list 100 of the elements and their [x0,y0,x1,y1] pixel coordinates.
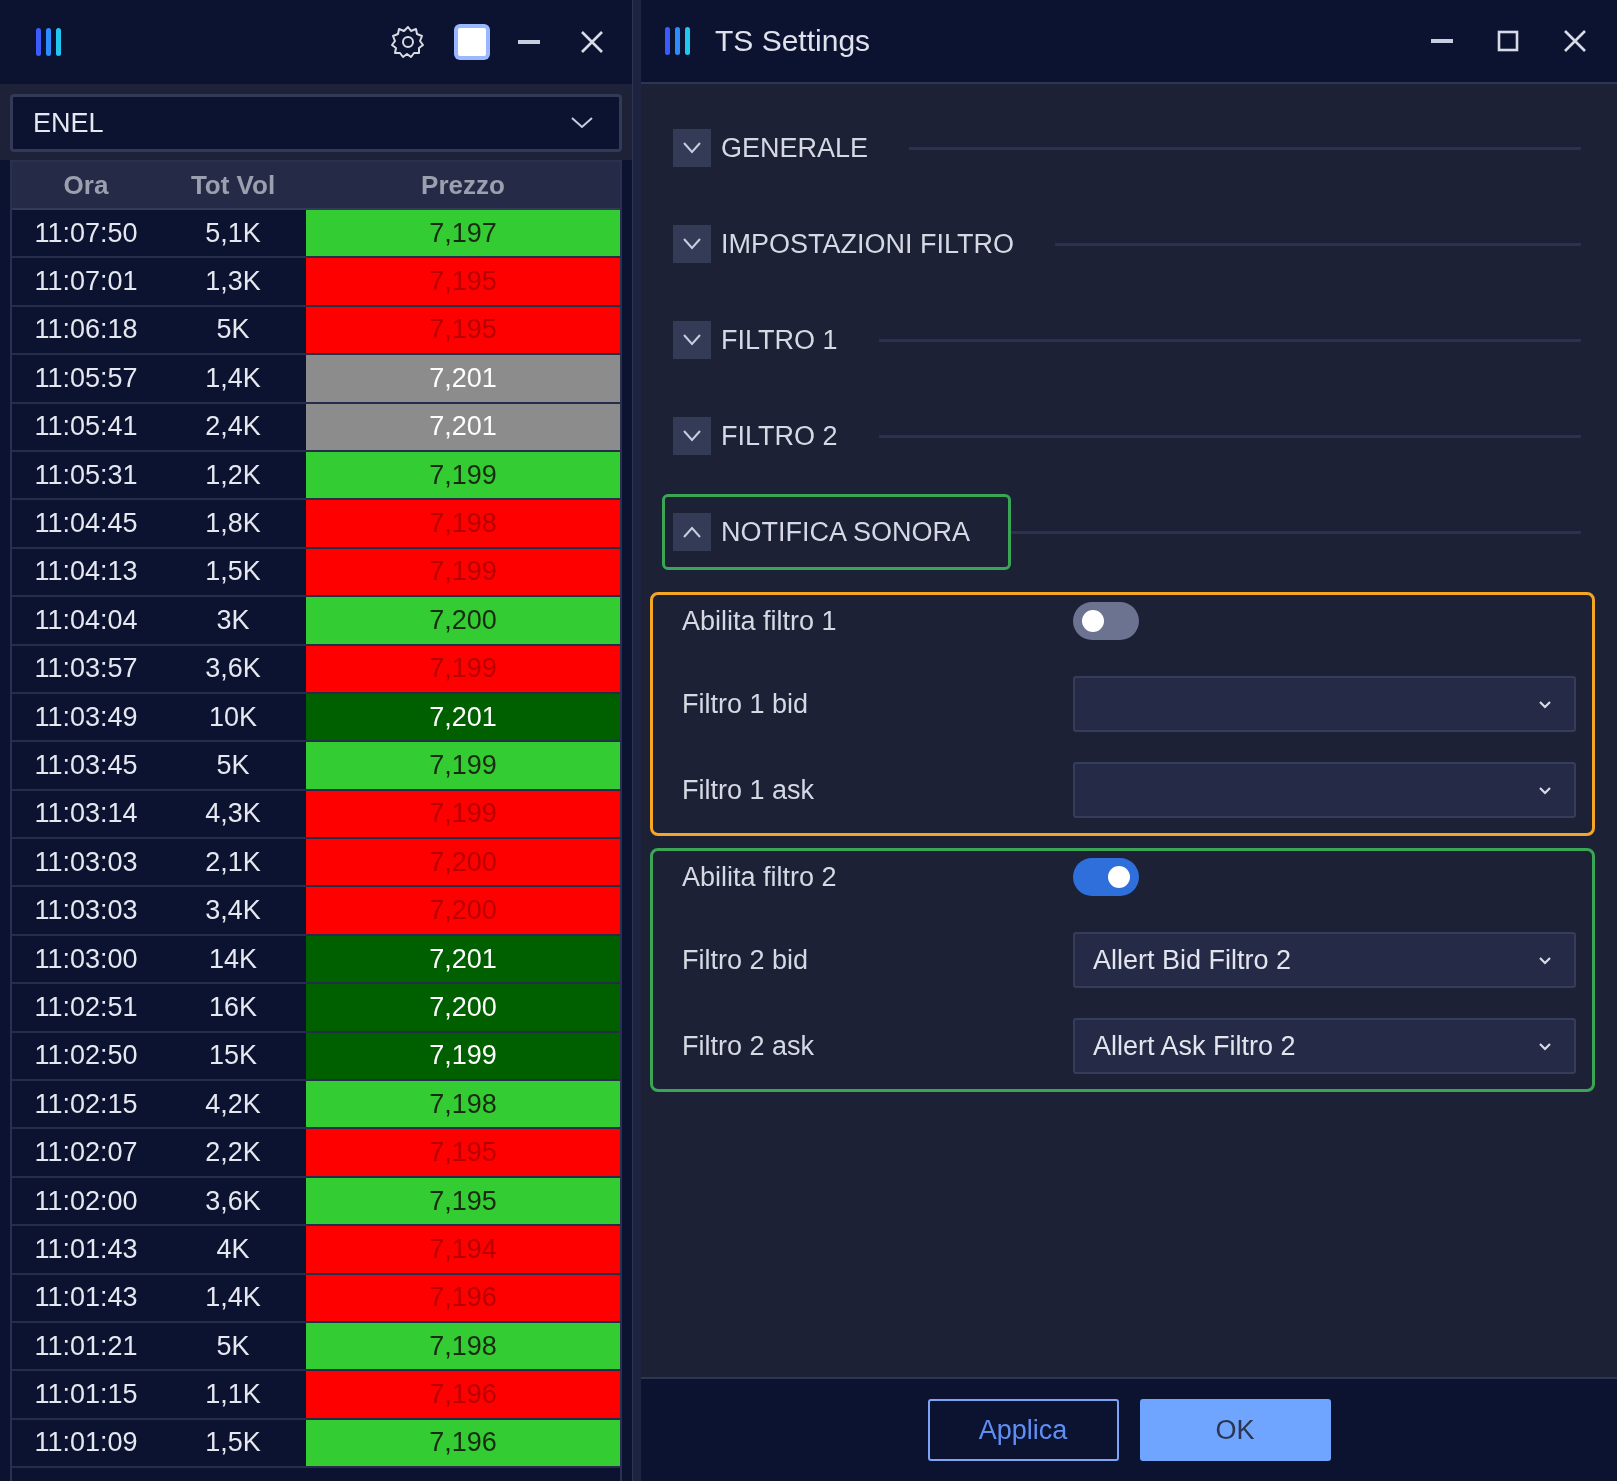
toggle-switch[interactable] [1073,858,1139,896]
chevron-up-icon [673,513,711,551]
settings-icon[interactable] [390,24,426,60]
section-header[interactable]: GENERALE [662,110,910,186]
volume-cell-text: 1,5K [204,1426,262,1460]
time-cell-text: 11:03:49 [33,700,139,734]
volume-cell-text: 1,4K [204,1281,262,1315]
time-cell-text: 11:03:45 [33,749,139,782]
section-header[interactable]: NOTIFICA SONORA [662,494,1012,570]
apply-button[interactable]: Applica [927,1399,1119,1461]
price-cell: 7,197 [306,210,620,257]
time-cell-text: 11:03:14 [33,797,139,831]
square-icon[interactable] [452,22,492,62]
logo-icon [663,25,693,57]
time-cell-text: 11:07:01 [33,265,139,299]
time-cell-text: 11:04:45 [33,507,139,541]
time-cell-text: 11:01:09 [33,1426,139,1460]
price-cell: 7,199 [306,1032,620,1080]
toggle-label: Abilita filtro 1 [682,605,838,637]
volume-cell-text: 4K [215,1232,251,1266]
column-header: Ora [62,169,110,201]
time-cell-text: 11:01:43 [33,1232,139,1266]
price-cell: 7,199 [306,790,620,838]
time-cell-text: 11:04:13 [33,555,139,589]
time-cell-text: 11:03:03 [33,845,139,879]
volume-cell-text: 5K [215,313,251,347]
volume-cell-text: 4,3K [204,797,262,831]
price-cell: 7,196 [306,1371,620,1418]
price-cell: 7,199 [306,548,620,596]
volume-cell-text: 5K [215,749,251,782]
field-label: Filtro 1 bid [682,688,810,720]
price-cell: 7,198 [306,1323,620,1370]
volume-cell-text: 2,2K [204,1136,262,1170]
time-cell-text: 11:04:04 [33,603,139,637]
time-cell-text: 11:02:00 [33,1184,139,1218]
time-cell-text: 11:05:57 [33,361,139,395]
volume-cell-text: 1,1K [204,1378,262,1412]
window-title: TS Settings [715,24,871,58]
field-label: Filtro 1 ask [682,774,816,806]
time-cell-text: 11:01:43 [33,1281,139,1315]
price-cell: 7,195 [306,258,620,305]
time-cell-text: 11:06:18 [33,313,139,347]
price-cell: 7,199 [306,451,620,499]
time-cell-text: 11:01:15 [33,1378,139,1412]
time-cell-text: 11:02:51 [33,990,139,1024]
volume-cell-text: 4,2K [204,1087,262,1121]
close-icon[interactable] [1563,29,1587,53]
price-cell: 7,200 [306,597,620,644]
chevron-down-icon [673,321,711,359]
volume-cell-text: 3K [215,603,251,637]
chevron-down-icon [673,417,711,455]
volume-cell-text: 16K [207,990,258,1024]
volume-cell-text: 2,4K [204,410,262,444]
time-cell-text: 11:03:57 [33,652,139,686]
minimize-icon[interactable] [1431,38,1453,44]
sound-select[interactable]: Allert Bid Filtro 2 [1073,932,1576,988]
chevron-down-icon [673,225,711,263]
volume-cell-text: 5K [215,1329,251,1363]
column-header: Prezzo [420,169,506,201]
volume-cell-text: 1,5K [204,555,262,589]
price-cell: 7,201 [306,693,620,741]
section-header[interactable]: IMPOSTAZIONI FILTRO [662,206,1055,282]
volume-cell-text: 1,8K [204,507,262,541]
volume-cell-text: 5,1K [204,216,262,250]
volume-cell-text: 1,2K [204,458,262,492]
price-cell: 7,199 [306,645,620,692]
time-cell-text: 11:02:07 [33,1136,139,1170]
price-cell: 7,195 [306,1177,620,1225]
section-header[interactable]: FILTRO 2 [662,398,879,474]
toggle-label: Abilita filtro 2 [682,861,838,893]
time-cell-text: 11:05:31 [33,458,139,492]
minimize-icon[interactable] [518,39,540,45]
close-icon[interactable] [580,30,604,54]
field-label: Filtro 2 ask [682,1030,816,1062]
time-cell-text: 11:01:21 [33,1329,139,1363]
chevron-down-icon [1538,785,1552,795]
price-cell: 7,195 [306,1129,620,1176]
chevron-down-icon [1538,1041,1552,1051]
time-cell-text: 11:07:50 [33,216,139,250]
price-cell: 7,201 [306,935,620,983]
volume-cell-text: 1,4K [204,361,262,395]
ok-button[interactable]: OK [1139,1399,1331,1461]
toggle-switch[interactable] [1073,602,1139,640]
maximize-icon[interactable] [1497,30,1519,52]
symbol-select[interactable]: ENEL [10,94,622,152]
price-cell: 7,200 [306,887,620,934]
section-header[interactable]: FILTRO 1 [662,302,879,378]
volume-cell-text: 1,3K [204,265,262,299]
price-cell: 7,200 [306,984,620,1031]
volume-cell-text: 3,4K [204,894,262,928]
logo-icon [34,26,64,58]
price-cell: 7,200 [306,839,620,886]
volume-cell-text: 3,6K [204,1184,262,1218]
column-header: Tot Vol [189,169,277,201]
field-label: Filtro 2 bid [682,944,810,976]
price-cell: 7,199 [306,742,620,789]
sound-select[interactable]: Allert Ask Filtro 2 [1073,1018,1576,1074]
time-cell-text: 11:02:15 [33,1087,139,1121]
chevron-down-icon [571,117,593,129]
time-cell-text: 11:03:03 [33,894,139,928]
